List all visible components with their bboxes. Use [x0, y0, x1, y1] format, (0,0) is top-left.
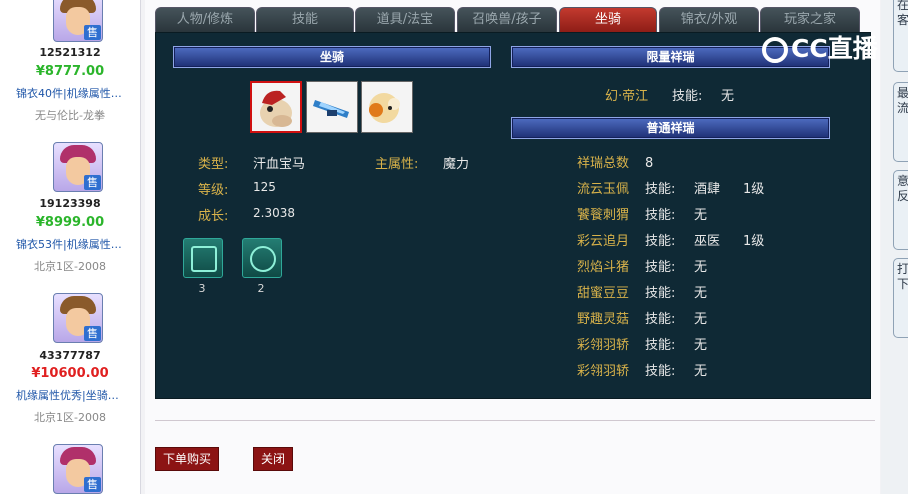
- buy-button[interactable]: 下单购买: [155, 447, 220, 471]
- listing-price: ¥8999.00: [35, 215, 105, 230]
- limited-skill-value: 无: [721, 89, 735, 104]
- item-name: 流云玉佩: [577, 182, 630, 197]
- cc-logo-icon: [762, 37, 788, 63]
- item-skill: 无: [694, 260, 708, 275]
- level-value: 125: [253, 180, 276, 194]
- mount-slot-horse[interactable]: [250, 81, 302, 133]
- item-skill: 无: [694, 312, 708, 327]
- total-value: 8: [645, 156, 654, 171]
- tab-mount[interactable]: 坐骑: [559, 7, 657, 32]
- item-name: 烈焰斗猪: [577, 260, 630, 275]
- mount-panel: 坐骑 类型: 汗血宝马 主属性: 魔力 等级: 125 成长: 2.3038 3…: [155, 32, 871, 399]
- total-label: 祥瑞总数: [577, 156, 630, 171]
- item-level: 1级: [743, 234, 765, 249]
- normal-header: 普通祥瑞: [511, 117, 830, 139]
- item-skill-label: 技能:: [645, 312, 676, 327]
- float-tab-label: 意反: [897, 174, 908, 203]
- type-label: 类型:: [198, 157, 229, 172]
- right-float-bar: 在客 最流 意反 打下: [881, 0, 908, 494]
- limited-name: 幻·帝江: [605, 89, 649, 104]
- mount-skill-icon[interactable]: [183, 238, 223, 278]
- item-skill-label: 技能:: [645, 364, 676, 379]
- type-value: 汗血宝马: [253, 157, 306, 172]
- item-name: 彩翎羽轿: [577, 338, 630, 353]
- divider: [155, 420, 875, 421]
- item-skill-label: 技能:: [645, 260, 676, 275]
- float-tab[interactable]: 打下: [893, 258, 908, 338]
- tab-home[interactable]: 玩家之家: [760, 7, 860, 32]
- float-tab[interactable]: 最流: [893, 82, 908, 162]
- listing-price: ¥8777.00: [35, 64, 105, 79]
- listing-id: 19123398: [39, 197, 101, 210]
- sell-badge: 售: [84, 25, 101, 40]
- item-skill-label: 技能:: [645, 208, 676, 223]
- listing-id: 43377787: [39, 349, 101, 362]
- level-label: 等级:: [198, 183, 229, 198]
- float-tab[interactable]: 意反: [893, 170, 908, 250]
- listing-sidebar: 售 12521312 ¥8777.00 锦衣40件|机缘属性… 无与伦比-龙拳 …: [0, 0, 141, 494]
- float-tab-label: 最流: [897, 86, 908, 115]
- sell-badge: 售: [84, 175, 101, 190]
- item-skill: 酒肆: [694, 182, 721, 197]
- close-button[interactable]: 关闭: [253, 447, 294, 471]
- limited-skill-label: 技能:: [672, 89, 703, 104]
- cc-live-watermark: CC直播: [762, 33, 878, 65]
- item-skill-label: 技能:: [645, 182, 676, 197]
- horse-icon: [252, 83, 300, 131]
- seller-avatar[interactable]: 售: [53, 142, 103, 192]
- tab-items[interactable]: 道具/法宝: [355, 7, 455, 32]
- sheep-icon: [362, 82, 412, 132]
- listing-id: 12521312: [39, 46, 101, 59]
- sell-badge: 售: [84, 477, 101, 492]
- listing-server: 北京1区-2008: [34, 411, 106, 424]
- blade-icon: [307, 82, 357, 132]
- seller-avatar[interactable]: 售: [53, 293, 103, 343]
- item-skill-label: 技能:: [645, 234, 676, 249]
- mount-header: 坐骑: [173, 46, 491, 68]
- main-content: 人物/修炼 技能 道具/法宝 召唤兽/孩子 坐骑 锦衣/外观 玩家之家 坐骑 类…: [145, 0, 880, 494]
- sell-badge: 售: [84, 326, 101, 341]
- mount-skill-level: 3: [198, 282, 206, 295]
- tab-pets[interactable]: 召唤兽/孩子: [457, 7, 557, 32]
- seller-avatar[interactable]: 售: [53, 444, 103, 494]
- item-name: 甜蜜豆豆: [577, 286, 630, 301]
- float-tab-label: 在客: [897, 0, 908, 27]
- listing-server: 无与伦比-龙拳: [35, 109, 105, 122]
- item-skill: 无: [694, 286, 708, 301]
- listing-price: ¥10600.00: [31, 366, 109, 381]
- item-skill-label: 技能:: [645, 338, 676, 353]
- item-skill-label: 技能:: [645, 286, 676, 301]
- tab-outfit[interactable]: 锦衣/外观: [659, 7, 759, 32]
- listing-server: 北京1区-2008: [34, 260, 106, 273]
- mount-slot-weapon[interactable]: [306, 81, 358, 133]
- float-tab[interactable]: 在客: [893, 0, 908, 72]
- item-name: 野趣灵菇: [577, 312, 630, 327]
- watermark-text: CC直播: [791, 34, 878, 63]
- item-skill: 无: [694, 208, 708, 223]
- item-skill: 无: [694, 338, 708, 353]
- growth-label: 成长:: [198, 209, 229, 224]
- float-tab-label: 打下: [897, 262, 908, 291]
- growth-value: 2.3038: [253, 206, 295, 220]
- seller-avatar[interactable]: 售: [53, 0, 103, 42]
- item-name: 彩云追月: [577, 234, 630, 249]
- tab-skills[interactable]: 技能: [256, 7, 354, 32]
- mount-slot-sheep[interactable]: [361, 81, 413, 133]
- listing-desc[interactable]: 锦衣40件|机缘属性…: [16, 85, 136, 101]
- main-attr-value: 魔力: [443, 157, 470, 172]
- mount-skill-level: 2: [257, 282, 265, 295]
- item-skill: 无: [694, 364, 708, 379]
- item-name: 饕餮刺猬: [577, 208, 630, 223]
- item-skill: 巫医: [694, 234, 721, 249]
- main-attr-label: 主属性:: [375, 157, 419, 172]
- item-name: 彩翎羽轿: [577, 364, 630, 379]
- item-level: 1级: [743, 182, 765, 197]
- listing-desc[interactable]: 机缘属性优秀|坐骑…: [16, 387, 136, 403]
- listing-desc[interactable]: 锦衣53件|机缘属性…: [16, 236, 136, 252]
- mount-skill-icon[interactable]: [242, 238, 282, 278]
- tab-character[interactable]: 人物/修炼: [155, 7, 255, 32]
